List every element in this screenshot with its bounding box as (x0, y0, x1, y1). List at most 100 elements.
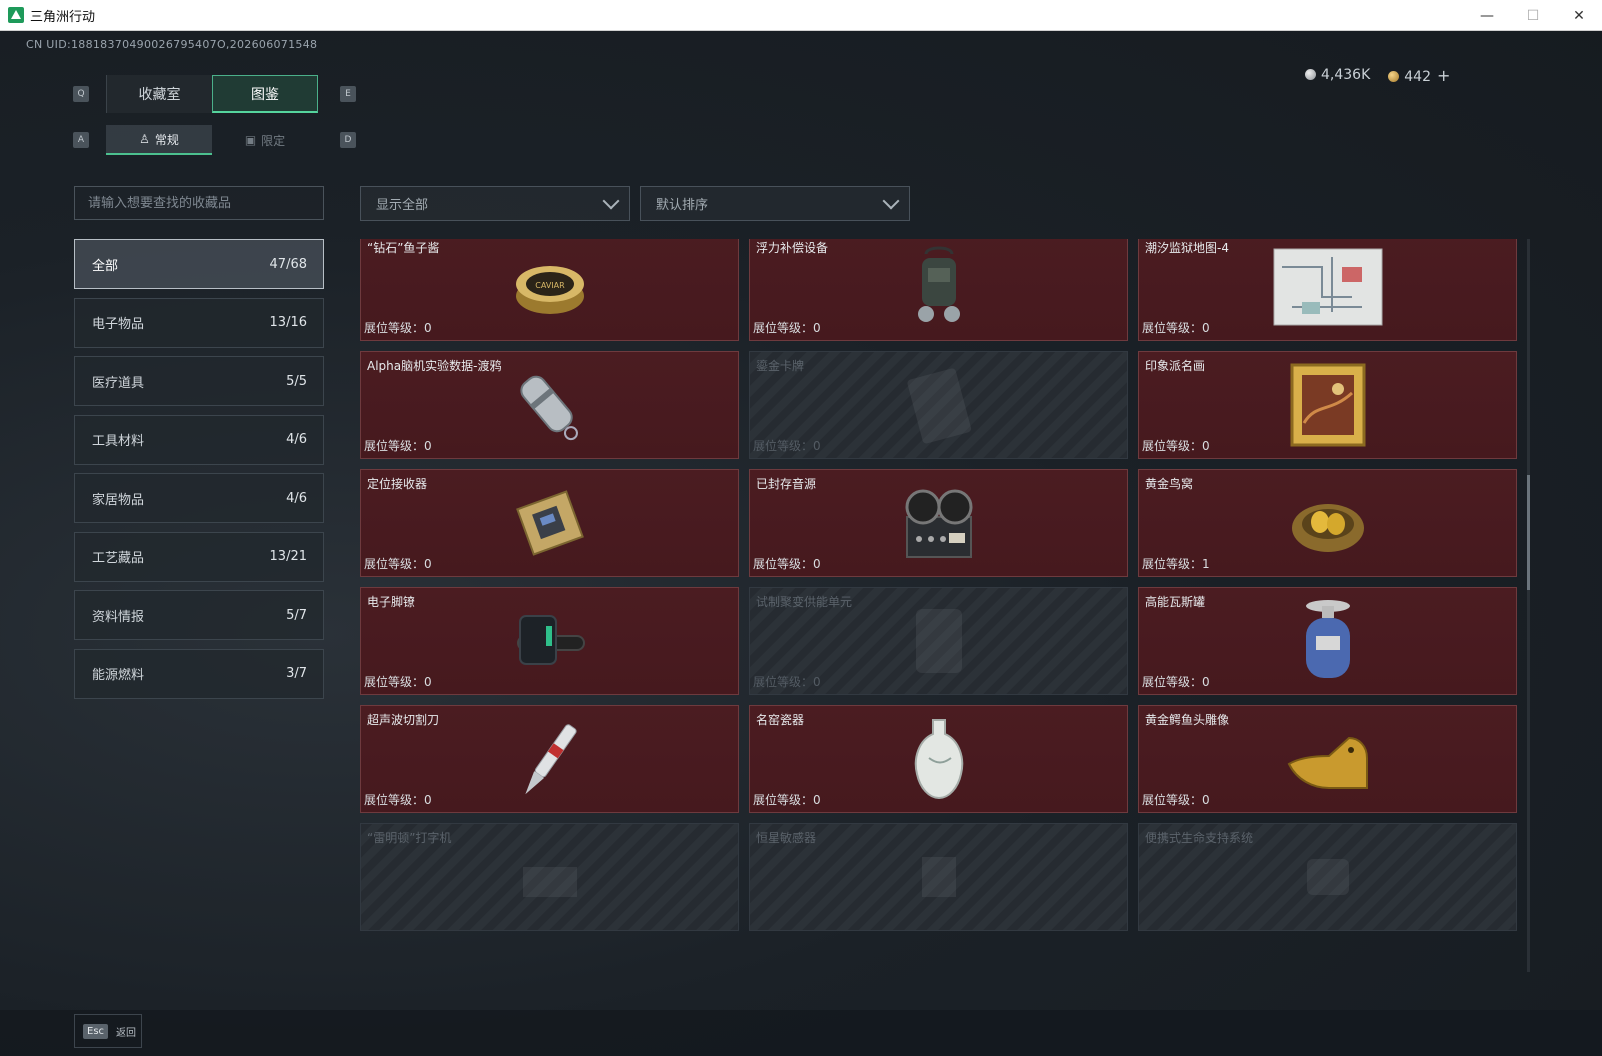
card-item-name: 试制聚变供能单元 (756, 595, 853, 609)
collection-card[interactable]: 定位接收器展位等级：0 (360, 469, 739, 577)
add-currency-button[interactable]: + (1437, 66, 1450, 85)
subtab-regular[interactable]: ♙ 常规 (106, 125, 212, 155)
chevron-down-icon (602, 192, 620, 209)
card-item-name: 黄金鳄鱼头雕像 (1145, 713, 1230, 727)
category-list: 全部 47/68 电子物品 13/16 医疗道具 5/5 工具材料 4/6 家居物品 4/… (74, 239, 324, 707)
diving-gear-icon (904, 244, 974, 334)
collection-card[interactable]: 便携式生命支持系统 (1138, 823, 1517, 931)
key-hint-e: E (340, 86, 356, 102)
card-display-level: 展位等级：0 (753, 557, 821, 571)
silver-coin-icon (1305, 69, 1316, 80)
maximize-button[interactable]: ☐ (1510, 0, 1556, 31)
collection-grid-viewport[interactable]: 展位等级：0展位等级：0展位等级：0CAVIAR“钻石”鱼子酱展位等级：0浮力补… (360, 239, 1520, 972)
scrollbar-thumb[interactable] (1527, 475, 1530, 590)
card-display-level: 展位等级：0 (364, 793, 432, 807)
card-display-level: 展位等级：0 (364, 439, 432, 453)
key-hint-q: Q (73, 86, 89, 102)
card-item-name: 潮汐监狱地图-4 (1145, 241, 1229, 255)
collection-card[interactable]: 黄金鸟窝 展位等级：1 (1138, 469, 1517, 577)
star-sensor-icon (904, 847, 974, 911)
framed-painting-icon (1290, 363, 1366, 451)
category-tools[interactable]: 工具材料 4/6 (74, 414, 324, 465)
porcelain-vase-icon (909, 714, 969, 808)
collection-card[interactable]: 恒星敏感器 (749, 823, 1128, 931)
window-titlebar: 三角洲行动 — ☐ ✕ (0, 0, 1602, 31)
category-energy[interactable]: 能源燃料 3/7 (74, 648, 324, 699)
collection-card[interactable]: 超声波切割刀 展位等级：0 (360, 705, 739, 813)
fusion-unit-icon (904, 601, 974, 685)
collection-card[interactable]: 电子脚镣 展位等级：0 (360, 587, 739, 695)
collection-card[interactable]: Alpha脑机实验数据-渡鸦 展位等级：0 (360, 351, 739, 459)
category-household[interactable]: 家居物品 4/6 (74, 473, 324, 523)
filter-dropdown[interactable]: 显示全部 (360, 186, 630, 221)
collection-card[interactable]: 名窑瓷器 展位等级：0 (749, 705, 1128, 813)
esc-key-hint: Esc (83, 1023, 109, 1039)
collection-card[interactable]: 黄金鳄鱼头雕像 展位等级：0 (1138, 705, 1517, 813)
collection-card[interactable]: “雷明顿”打字机 (360, 823, 739, 931)
collection-card[interactable]: CAVIAR “钻石”鱼子酱 展位等级：0 (360, 239, 739, 341)
sub-tabs: ♙ 常规 ▣ 限定 (106, 125, 318, 155)
collection-card[interactable]: 印象派名画展位等级：0 (1138, 351, 1517, 459)
collection-card[interactable]: 潮汐监狱地图-4 展位等级：0 (1138, 239, 1517, 341)
scrollbar-track[interactable] (1527, 239, 1530, 972)
tab-catalog[interactable]: 图鉴 (212, 75, 318, 113)
map-icon (1272, 247, 1384, 331)
category-intel[interactable]: 资料情报 5/7 (74, 590, 324, 640)
chevron-down-icon (882, 192, 900, 209)
search-input[interactable] (74, 186, 324, 220)
key-hint-a: A (73, 132, 89, 148)
card-item-name: 黄金鸟窝 (1145, 477, 1194, 491)
collection-grid: 展位等级：0展位等级：0展位等级：0CAVIAR“钻石”鱼子酱展位等级：0浮力补… (360, 239, 1517, 931)
card-display-level: 展位等级：0 (364, 675, 432, 689)
card-item-name: 超声波切割刀 (367, 713, 440, 727)
bottom-bar (0, 1010, 1602, 1056)
category-medical[interactable]: 医疗道具 5/5 (74, 356, 324, 406)
card-display-level: 展位等级：0 (1142, 439, 1210, 453)
category-all[interactable]: 全部 47/68 (74, 239, 324, 289)
card-display-level: 展位等级：0 (1142, 321, 1210, 335)
card-display-level: 展位等级：0 (1142, 675, 1210, 689)
collection-card[interactable]: 试制聚变供能单元 展位等级：0 (749, 587, 1128, 695)
collection-card[interactable]: 浮力补偿设备 展位等级：0 (749, 239, 1128, 341)
silver-currency: 4,436K (1305, 67, 1370, 83)
ankle-monitor-icon (510, 606, 590, 680)
card-item-name: “雷明顿”打字机 (367, 831, 452, 845)
regular-icon: ♙ (139, 132, 150, 146)
collection-card[interactable]: 鎏金卡牌展位等级：0 (749, 351, 1128, 459)
tab-collection-room[interactable]: 收藏室 (106, 75, 212, 113)
receiver-icon (510, 483, 590, 567)
category-crafts[interactable]: 工艺藏品 13/21 (74, 531, 324, 582)
crocodile-head-icon (1283, 724, 1373, 798)
card-item-name: 浮力补偿设备 (756, 241, 829, 255)
card-item-name: 鎏金卡牌 (756, 359, 805, 373)
gold-coin-icon (1388, 70, 1400, 82)
category-electronics[interactable]: 电子物品 13/16 (74, 297, 324, 348)
close-button[interactable]: ✕ (1556, 0, 1602, 31)
typewriter-icon (515, 847, 585, 911)
reel-recorder-icon (899, 483, 979, 567)
card-icon (904, 365, 974, 449)
back-button[interactable]: Esc 返回 (74, 1014, 142, 1048)
subtab-limited[interactable]: ▣ 限定 (212, 125, 318, 155)
collection-card[interactable]: 已封存音源展位等级：0 (749, 469, 1128, 577)
card-item-name: 印象派名画 (1145, 359, 1206, 373)
card-item-name: 定位接收器 (367, 477, 428, 491)
card-item-name: 已封存音源 (756, 477, 817, 491)
card-item-name: 恒星敏感器 (756, 831, 817, 845)
window-title: 三角洲行动 (30, 9, 96, 25)
back-label: 返回 (116, 1027, 137, 1039)
card-item-name: 便携式生命支持系统 (1145, 831, 1254, 845)
currency-bar: 4,436K 442 + (1305, 62, 1450, 88)
data-capsule-icon (510, 362, 590, 452)
gas-canister-icon (1298, 596, 1358, 690)
minimize-button[interactable]: — (1464, 0, 1510, 31)
cutting-knife-icon (510, 714, 590, 808)
collection-card[interactable]: 高能瓦斯罐 展位等级：0 (1138, 587, 1517, 695)
card-display-level: 展位等级：0 (753, 439, 821, 453)
card-display-level: 展位等级：0 (753, 321, 821, 335)
main-tabs: 收藏室 图鉴 (106, 75, 318, 113)
card-display-level: 展位等级：0 (364, 557, 432, 571)
sort-dropdown[interactable]: 默认排序 (640, 186, 910, 221)
svg-text:CAVIAR: CAVIAR (535, 281, 565, 290)
caviar-tin-icon: CAVIAR (510, 252, 590, 326)
